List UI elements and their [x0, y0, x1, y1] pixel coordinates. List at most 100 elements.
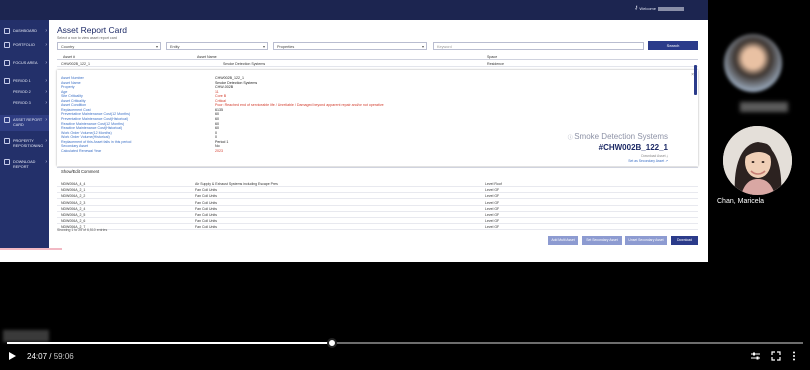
sidebar-item-label: FOCUS AREA [13, 61, 38, 65]
country-select[interactable]: Country ▾ [57, 42, 161, 50]
keyword-input[interactable]: Keyword [433, 42, 644, 50]
app-topbar: ⚷ Welcome [0, 0, 708, 20]
cell-space: Level GF [485, 219, 500, 224]
asset-detail-title-text: Smoke Detection Systems [574, 132, 668, 141]
fullscreen-icon[interactable] [771, 351, 781, 361]
user-icon: ⚷ [634, 5, 638, 11]
period-icon [4, 78, 10, 84]
scrollbar[interactable] [694, 65, 697, 95]
participant-video-blurred [724, 34, 782, 92]
detail-field-value: No [215, 144, 220, 149]
welcome-text: Welcome [639, 6, 684, 11]
asset-detail-panel: × Asset Number CHW002B_122_1 Asset Name Smo… [57, 70, 698, 166]
settings-sliders-icon[interactable] [750, 351, 761, 361]
play-icon[interactable] [8, 351, 17, 361]
preview-thumbnail [3, 330, 49, 342]
table-row[interactable]: NDW006A_2_3 Fan Coil Units Level GF [57, 200, 698, 206]
download-icon: ⤓ [666, 154, 669, 158]
unset-secondary-asset-button[interactable]: Unset Secondary Asset [625, 236, 667, 245]
sidebar-item-label-line2: CARD [13, 123, 24, 127]
chevron-down-icon: ▾ [421, 44, 424, 49]
table-row[interactable]: NDW006A_2_4 Fan Coil Units Level GF [57, 206, 698, 212]
cell-asset-number: CHW002B_122_1 [61, 62, 90, 66]
sidebar-item-label-line2: REPORT [13, 165, 29, 169]
table-row[interactable]: NDW006A_2_5 Fan Coil Units Level GF [57, 212, 698, 218]
progress-accent [0, 248, 62, 250]
detail-field-value: 60 [215, 116, 219, 121]
cell-asset-name: Fan Coil Units [195, 200, 217, 205]
cell-asset-number: NDW006A_2_2 [61, 194, 86, 199]
detail-field-label: Asset Name [61, 80, 81, 85]
page-subtitle: Select a row to view asset report card [57, 36, 117, 40]
sidebar-item-property-repositioning[interactable]: PROPERTY REPOSITIONING › [0, 136, 49, 152]
detail-field-value: Critical [215, 98, 226, 103]
detail-field-value: 60 [215, 112, 219, 117]
detail-field-value: 0 [215, 135, 217, 140]
duration: 59:06 [53, 352, 74, 361]
sidebar-item-focus-area[interactable]: FOCUS AREA › [0, 58, 49, 69]
property-icon [4, 138, 10, 144]
set-secondary-asset-link[interactable]: Set as Secondary Asset ↗ [628, 159, 668, 163]
table-row[interactable]: NDW006A_2_6 Fan Coil Units Level GF [57, 218, 698, 225]
sidebar-item-download-report[interactable]: DOWNLOAD REPORT › [0, 157, 49, 173]
show-edit-comment[interactable]: Show/Edit Comment [57, 167, 698, 174]
detail-field-label: Work Order Volume(12 Months) [61, 130, 112, 135]
column-header-asset-name: Asset Name [197, 55, 217, 59]
cell-asset-name: Air Supply & Exhaust Systems including E… [195, 182, 278, 186]
shared-screen: ⚷ Welcome DASHBOARD › PORTFOLIO › FOCUS … [0, 0, 708, 262]
link-icon: ↗ [665, 159, 668, 163]
cell-space: Level GF [485, 225, 500, 230]
more-options-icon[interactable] [792, 351, 796, 361]
sidebar-item-label: PROPERTY [13, 139, 34, 143]
sidebar-item-period-1[interactable]: PERIOD 1 › [0, 76, 49, 87]
table-row-selected[interactable]: CHW002B_122_1 Smoke Detection Systems Re… [57, 61, 698, 67]
cell-asset-number: NDW006A_2_1 [61, 188, 86, 193]
detail-field-label: Reactive Maintenance Cost(Historical) [61, 126, 123, 131]
cell-space: Level GF [485, 213, 500, 217]
cell-space: Level GF [485, 200, 500, 205]
focus-area-icon [4, 60, 10, 66]
detail-field-value: 60 [215, 126, 219, 131]
detail-field-label: Replacement Cost [61, 107, 91, 112]
sidebar-item-period-2[interactable]: PERIOD 2 › [0, 87, 49, 98]
table-row[interactable]: NDW006A_4_4 Air Supply & Exhaust Systems … [57, 181, 698, 187]
cell-asset-name: Fan Coil Units [195, 188, 217, 193]
cell-space: Level GF [485, 188, 500, 193]
table-row[interactable]: NDW006A_2_7 Fan Coil Units Level GF [57, 224, 698, 231]
chevron-right-icon: › [45, 42, 47, 48]
welcome-label: Welcome [639, 6, 656, 11]
time-display: 24:07 / 59:06 [27, 352, 74, 361]
search-button[interactable]: Search [648, 41, 698, 50]
properties-select[interactable]: Properties ▾ [273, 42, 427, 50]
download-asset-link[interactable]: Download Asset ⤓ [641, 154, 668, 158]
detail-field-value: CHW002B_122_1 [215, 76, 244, 80]
keyword-placeholder: Keyword [437, 44, 452, 49]
sidebar-item-label: PORTFOLIO [13, 43, 35, 47]
sidebar-item-period-3[interactable]: PERIOD 3 › [0, 98, 49, 109]
seek-handle[interactable] [327, 338, 337, 348]
column-header-asset-number: Asset # [63, 55, 75, 59]
download-button[interactable]: Download [671, 236, 698, 245]
table-header: Asset # Asset Name Space [57, 54, 698, 60]
seek-bar-played [7, 342, 332, 344]
detail-field-value: 11 [215, 89, 219, 94]
video-player: ⚷ Welcome DASHBOARD › PORTFOLIO › FOCUS … [0, 0, 810, 370]
add-multi-asset-button[interactable]: Add Multi Asset [548, 236, 578, 245]
table-row[interactable]: NDW006A_2_1 Fan Coil Units Level GF [57, 187, 698, 194]
cell-space: Level GF [485, 194, 500, 199]
detail-field-value: 2023 [215, 148, 223, 153]
cell-asset-name: Fan Coil Units [195, 206, 217, 211]
detail-field-label: Work Order Volume(Historical) [61, 135, 110, 140]
entity-select[interactable]: Entity ▾ [166, 42, 268, 50]
table-row[interactable]: NDW006A_2_2 Fan Coil Units Level GF [57, 193, 698, 200]
set-secondary-asset-button[interactable]: Set Secondary Asset [582, 236, 622, 245]
download-asset-label: Download Asset [641, 154, 666, 158]
detail-field-label: Property [61, 85, 75, 90]
sidebar-item-portfolio[interactable]: PORTFOLIO › [0, 40, 49, 51]
current-time: 24:07 [27, 352, 48, 361]
cell-asset-number: NDW006A_4_4 [61, 182, 86, 186]
chevron-down-icon: ▾ [262, 44, 265, 49]
sidebar-item-asset-report-card[interactable]: ASSET REPORT CARD › [0, 115, 49, 131]
cell-space: Level GF [485, 206, 500, 211]
sidebar-item-dashboard[interactable]: DASHBOARD › [0, 26, 49, 37]
